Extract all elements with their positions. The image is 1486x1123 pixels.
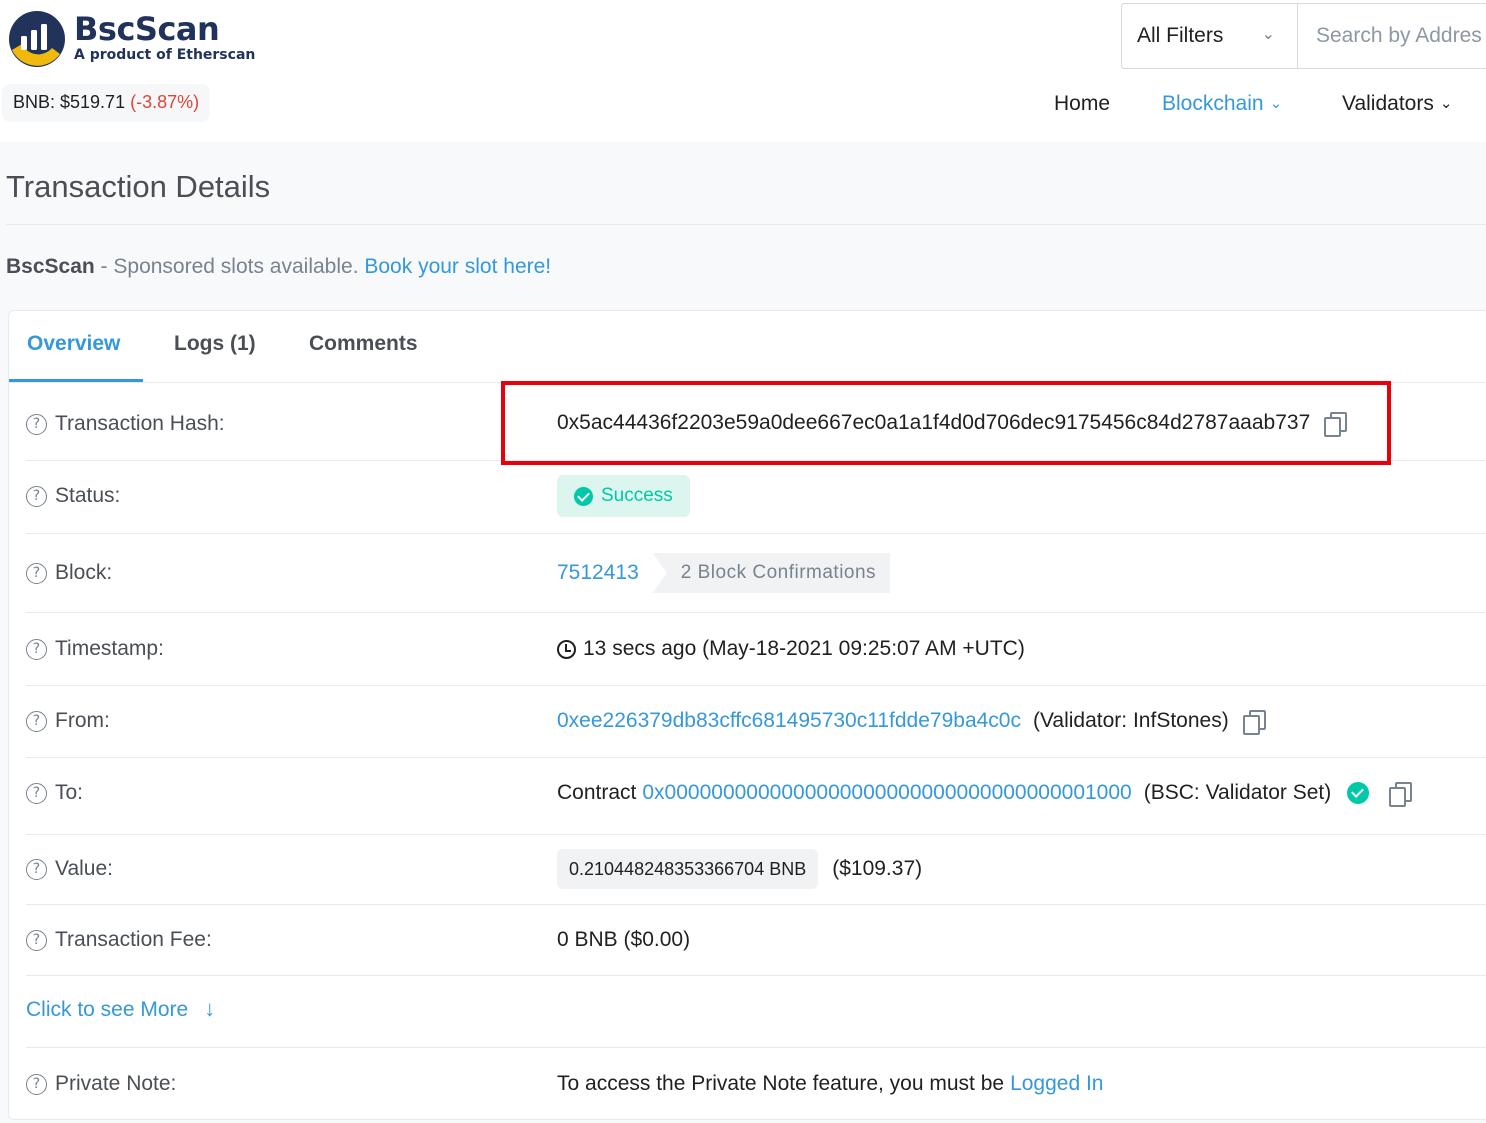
nav-validators[interactable]: Validators ⌄: [1342, 92, 1452, 116]
from-label: ? From:: [26, 709, 110, 733]
status-label: ? Status:: [26, 484, 120, 508]
copy-icon[interactable]: [1242, 710, 1266, 735]
value-usd: ($109.37): [832, 857, 923, 880]
status-label-text: Status:: [55, 484, 121, 507]
see-more-toggle[interactable]: Click to see More ↓: [26, 996, 215, 1022]
help-icon[interactable]: ?: [26, 929, 47, 951]
private-note-label: ? Private Note:: [26, 1072, 176, 1096]
book-slot-link[interactable]: Book your slot here!: [364, 255, 551, 278]
help-icon[interactable]: ?: [26, 1073, 47, 1095]
tab-overview[interactable]: Overview: [27, 332, 120, 356]
value-value-row: 0.210448248353366704 BNB ($109.37): [557, 849, 922, 889]
nav-blockchain-label: Blockchain: [1162, 92, 1264, 115]
block-number-link[interactable]: 7512413: [557, 561, 639, 585]
status-badge: Success: [557, 475, 690, 517]
divider: [26, 975, 1486, 976]
divider: [26, 757, 1486, 758]
search-filter-label: All Filters: [1137, 24, 1224, 47]
help-icon[interactable]: ?: [26, 782, 47, 804]
block-label-text: Block:: [55, 561, 113, 584]
timestamp-value: 13 secs ago (May-18-2021 09:25:07 AM +UT…: [583, 637, 1025, 660]
block-confirmations-badge: 2 Block Confirmations: [652, 553, 891, 593]
hash-label-text: Transaction Hash:: [55, 412, 225, 435]
status-value-row: Success: [557, 475, 690, 517]
value-label: ? Value:: [26, 857, 113, 881]
status-text: Success: [601, 485, 673, 506]
help-icon[interactable]: ?: [26, 858, 47, 880]
bscscan-logo-icon[interactable]: [8, 10, 66, 68]
sponsor-banner: BscScan - Sponsored slots available. Boo…: [6, 255, 551, 279]
from-value-row: 0xee226379db83cffc681495730c11fdde79ba4c…: [557, 709, 1266, 735]
timestamp-label-text: Timestamp:: [55, 637, 164, 660]
copy-icon[interactable]: [1389, 782, 1413, 807]
to-value-row: Contract 0x00000000000000000000000000000…: [557, 781, 1413, 807]
from-address-link[interactable]: 0xee226379db83cffc681495730c11fdde79ba4c…: [557, 709, 1021, 733]
block-value-row: 7512413 2 Block Confirmations: [557, 553, 891, 593]
divider: [6, 224, 1486, 225]
highlight-box: [501, 381, 1391, 465]
divider: [26, 1047, 1486, 1048]
to-prefix: Contract: [557, 781, 637, 804]
private-note-label-text: Private Note:: [55, 1072, 177, 1095]
see-more-label: Click to see More: [26, 998, 189, 1021]
site-header: BscScan A product of Etherscan BNB: $519…: [0, 0, 1486, 142]
nav-home[interactable]: Home: [1054, 92, 1110, 116]
to-label-text: To:: [55, 781, 84, 804]
help-icon[interactable]: ?: [26, 638, 47, 660]
verified-check-icon: [1347, 782, 1370, 804]
block-label: ? Block:: [26, 561, 112, 585]
nav-validators-label: Validators: [1342, 92, 1434, 115]
tab-logs[interactable]: Logs (1): [174, 332, 256, 356]
private-note-value: To access the Private Note feature, you …: [557, 1072, 1104, 1096]
private-note-text: To access the Private Note feature, you …: [557, 1072, 1005, 1095]
divider: [26, 612, 1486, 613]
to-name-tag: (BSC: Validator Set): [1143, 781, 1332, 804]
help-icon[interactable]: ?: [26, 485, 47, 507]
help-icon[interactable]: ?: [26, 562, 47, 584]
brand-tagline: A product of Etherscan: [74, 47, 256, 63]
value-amount-badge: 0.210448248353366704 BNB: [557, 849, 819, 889]
to-address-link[interactable]: 0x00000000000000000000000000000000000010…: [642, 781, 1131, 805]
divider: [26, 904, 1486, 905]
help-icon[interactable]: ?: [26, 710, 47, 732]
page-title: Transaction Details: [6, 169, 271, 204]
search-input[interactable]: Search by Addres: [1297, 3, 1486, 69]
login-link[interactable]: Logged In: [1010, 1072, 1103, 1096]
nav-home-label: Home: [1054, 92, 1111, 115]
hash-label: ? Transaction Hash:: [26, 412, 225, 436]
help-icon[interactable]: ?: [26, 413, 47, 435]
check-circle-icon: [574, 486, 593, 506]
nav-blockchain[interactable]: Blockchain ⌄: [1162, 92, 1282, 116]
sponsor-text: - Sponsored slots available.: [94, 255, 365, 278]
value-label-text: Value:: [55, 857, 113, 880]
arrow-down-icon: ↓: [204, 996, 216, 1021]
fee-value: 0 BNB ($0.00): [557, 928, 691, 951]
tab-comments[interactable]: Comments: [309, 332, 418, 356]
timestamp-value-row: 13 secs ago (May-18-2021 09:25:07 AM +UT…: [557, 637, 1025, 661]
divider: [26, 834, 1486, 835]
to-label: ? To:: [26, 781, 83, 805]
fee-label: ? Transaction Fee:: [26, 928, 212, 952]
divider: [26, 685, 1486, 686]
chevron-down-icon: ⌄: [1261, 26, 1275, 43]
search-filter-dropdown[interactable]: All Filters ⌄: [1121, 3, 1297, 69]
fee-label-text: Transaction Fee:: [55, 928, 212, 951]
sponsor-brand: BscScan: [6, 255, 95, 278]
bnb-price: BNB: $519.71 (-3.87%): [2, 84, 211, 122]
chevron-down-icon: ⌄: [1269, 95, 1283, 112]
clock-icon: [557, 639, 576, 659]
brand-name[interactable]: BscScan: [74, 10, 220, 48]
timestamp-label: ? Timestamp:: [26, 637, 164, 661]
divider: [26, 533, 1486, 534]
from-name-tag: (Validator: InfStones): [1032, 709, 1229, 732]
bnb-price-value: BNB: $519.71: [13, 92, 126, 112]
bnb-price-change: (-3.87%): [130, 92, 200, 112]
chevron-down-icon: ⌄: [1439, 95, 1453, 112]
from-label-text: From:: [55, 709, 110, 732]
